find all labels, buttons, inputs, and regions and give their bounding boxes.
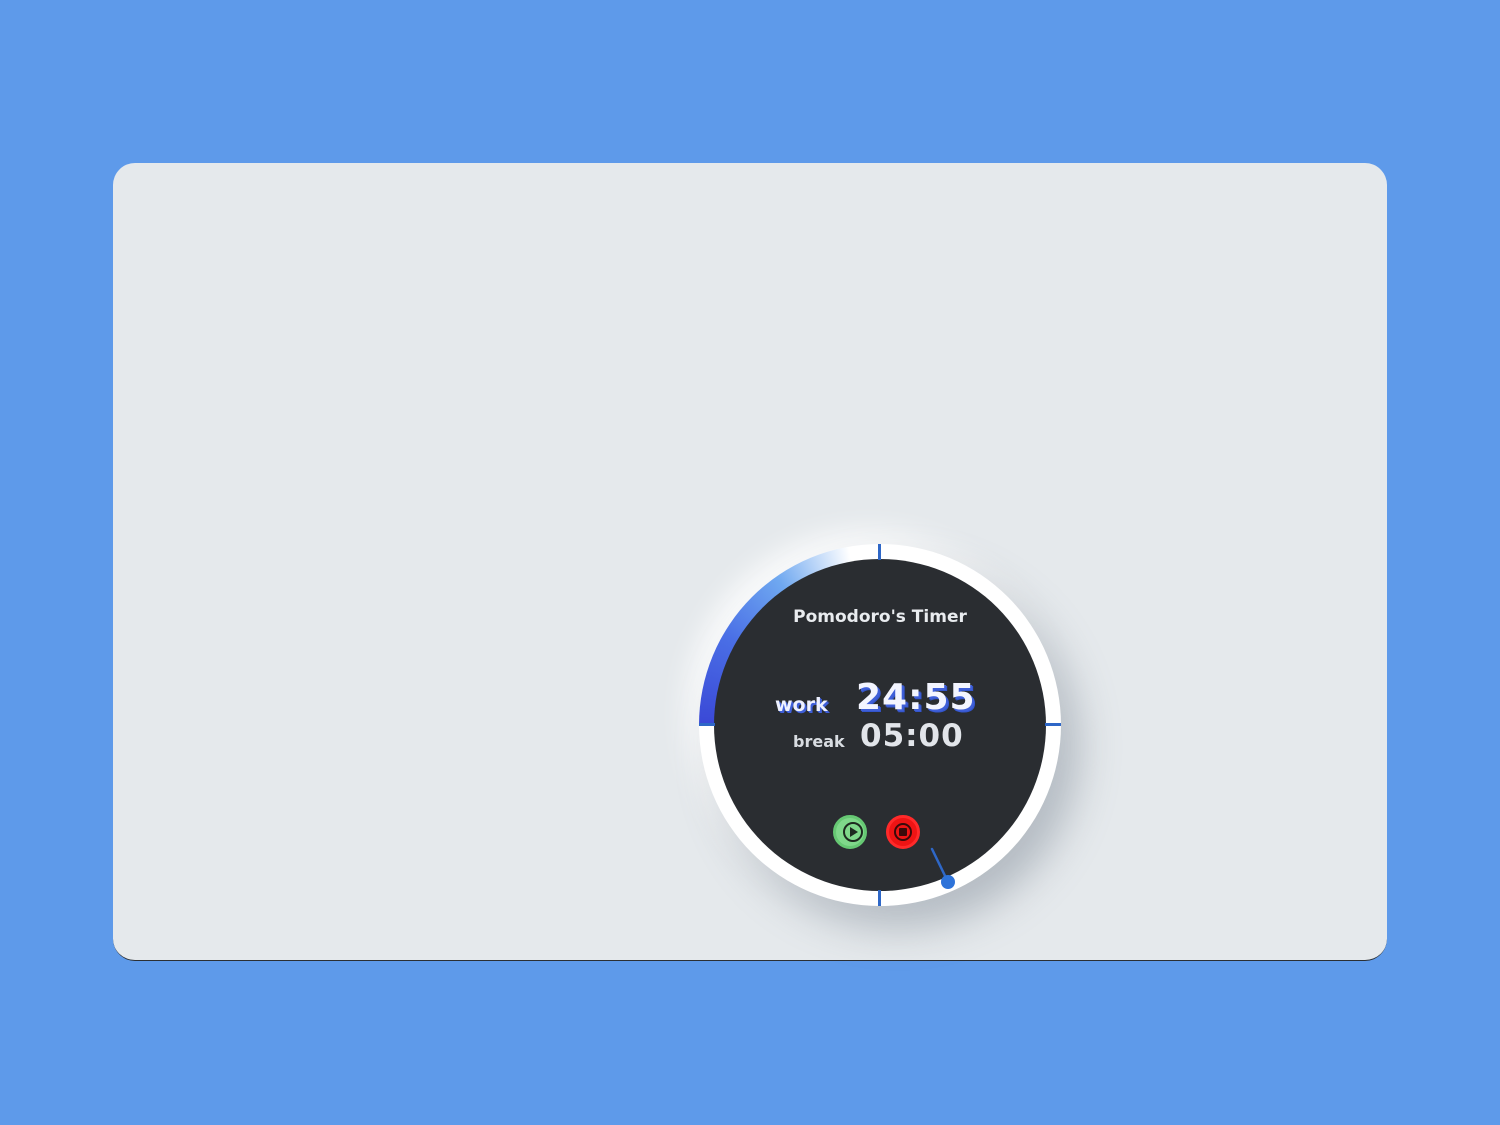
app-card: Pomodoro's Timer work 24:55 break 05:00	[113, 163, 1387, 961]
tick-mark-top	[878, 544, 881, 560]
work-label: work	[775, 694, 828, 716]
play-icon	[843, 822, 863, 842]
break-label: break	[793, 732, 845, 751]
stop-button[interactable]	[886, 815, 920, 849]
break-time: 05:00	[860, 718, 964, 754]
tick-mark-right	[1045, 723, 1061, 726]
tick-mark-left	[699, 723, 715, 726]
timer-clock: Pomodoro's Timer work 24:55 break 05:00	[699, 544, 1061, 906]
tick-mark-bottom	[878, 890, 881, 906]
work-time: 24:55	[856, 677, 976, 718]
stop-icon	[894, 823, 912, 841]
app-title: Pomodoro's Timer	[793, 607, 967, 627]
play-button[interactable]	[833, 815, 867, 849]
clock-face: Pomodoro's Timer work 24:55 break 05:00	[714, 559, 1046, 891]
